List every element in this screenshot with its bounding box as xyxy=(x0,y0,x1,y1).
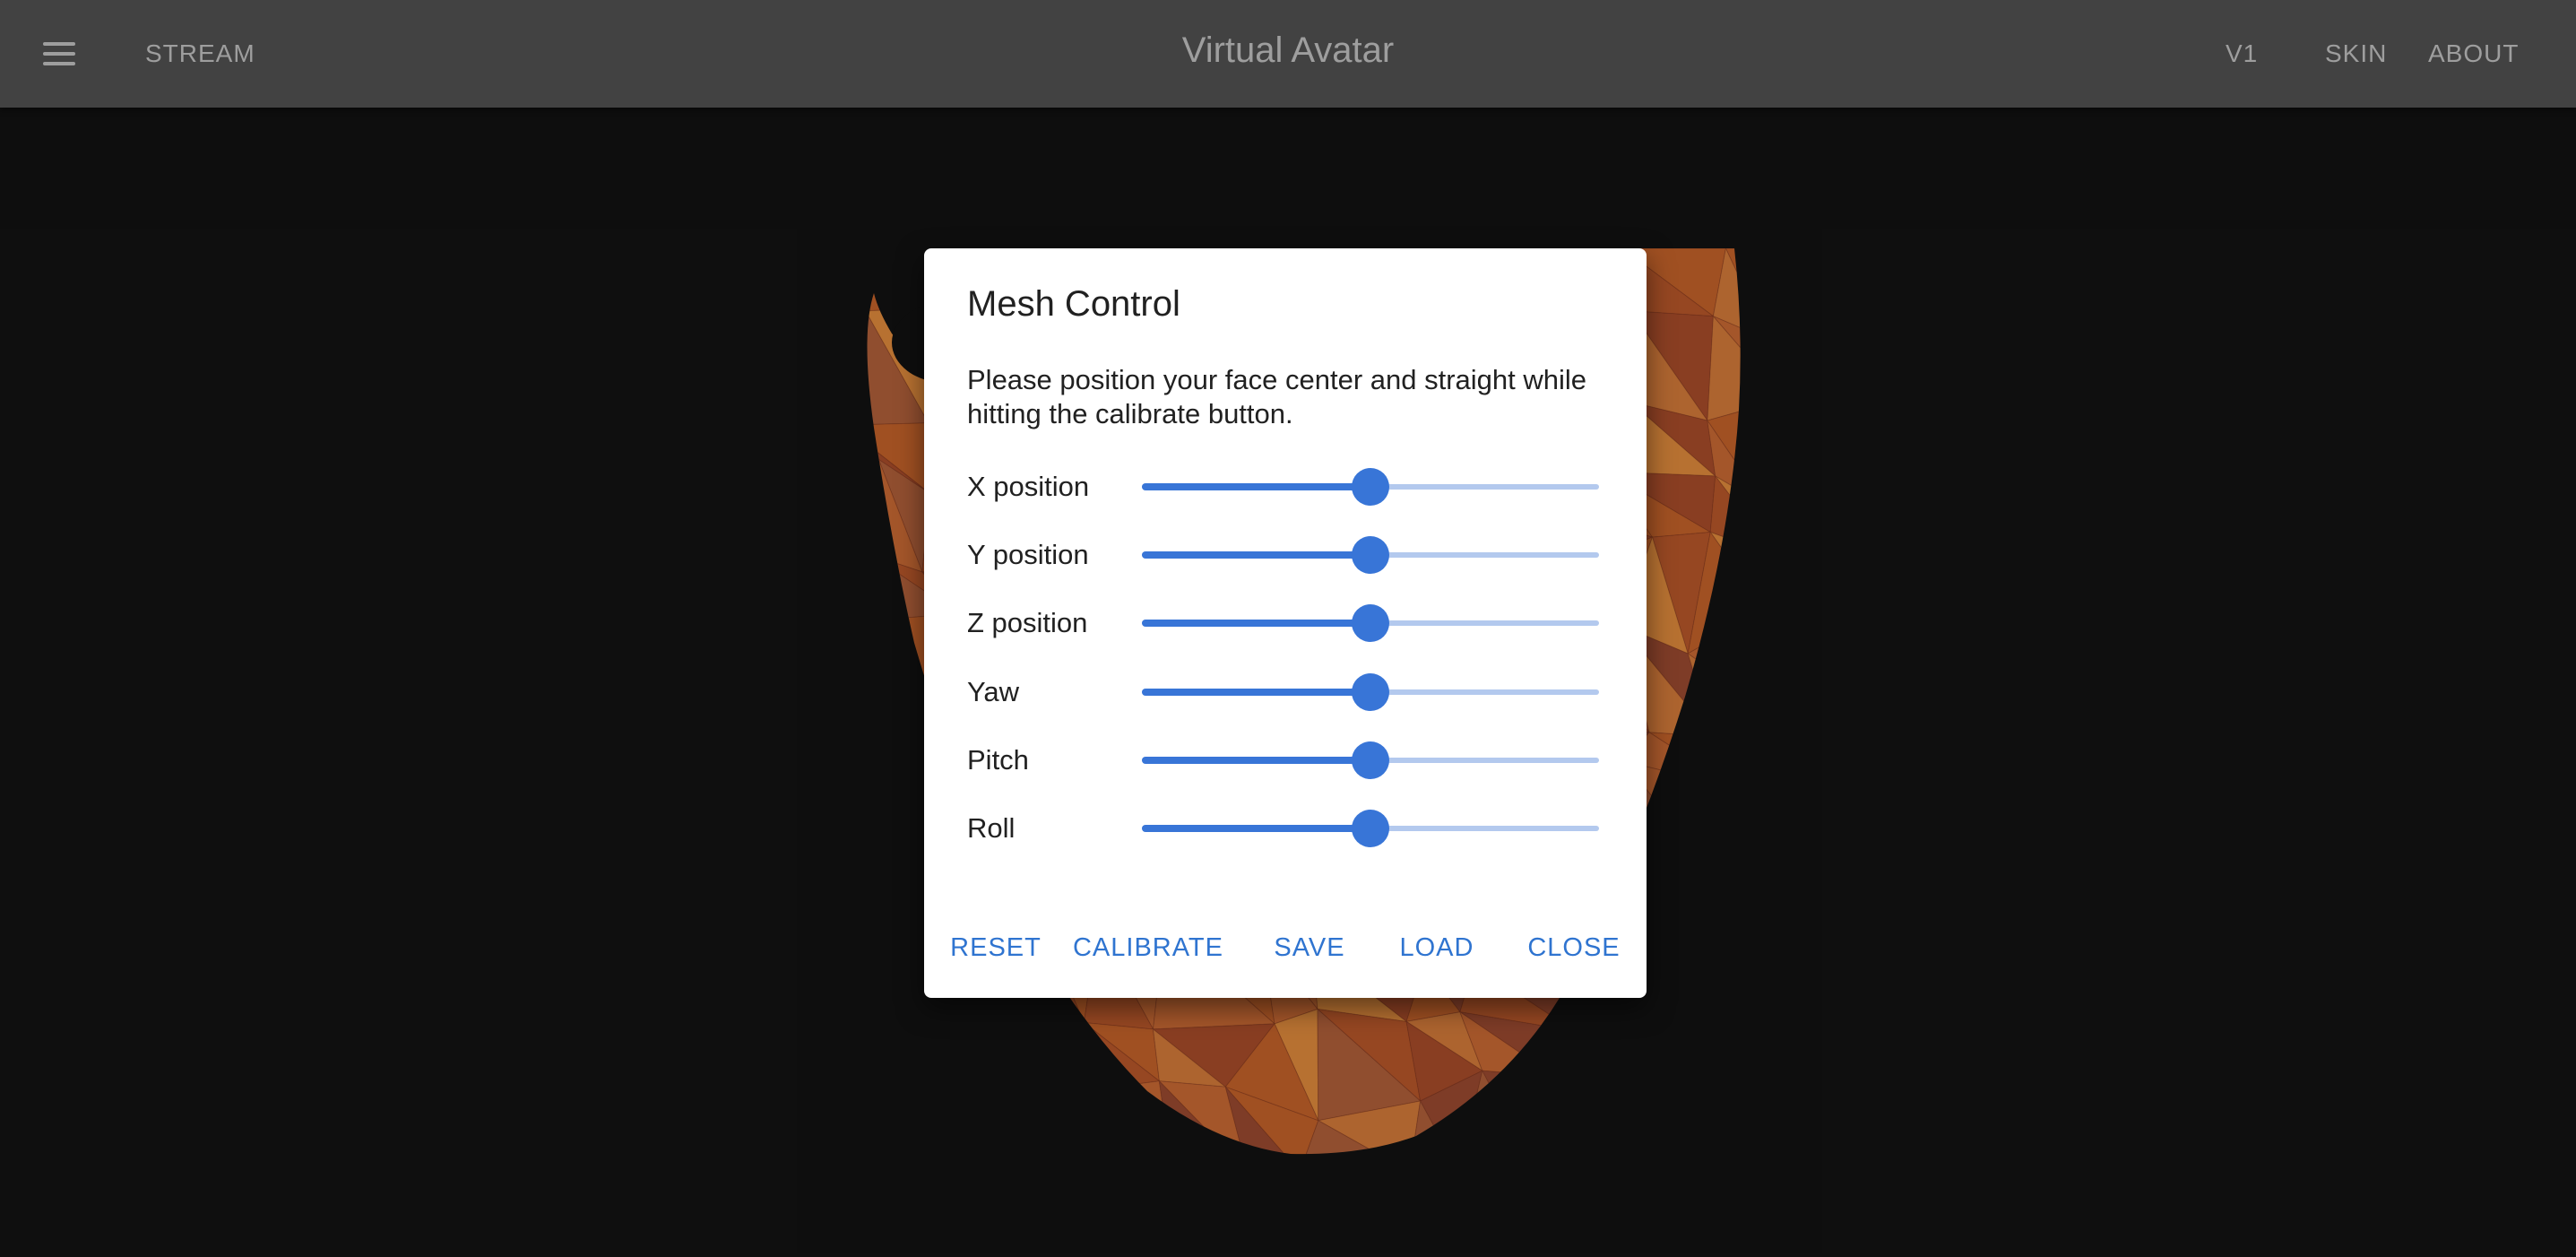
menu-bar-line xyxy=(43,62,75,65)
slider-fill xyxy=(1142,757,1370,764)
slider-label: Yaw xyxy=(967,676,1020,707)
slider-fill xyxy=(1142,620,1370,627)
reset-button[interactable]: RESET xyxy=(942,912,1050,984)
about-button[interactable]: ABOUT xyxy=(2428,0,2519,108)
v1-button[interactable]: V1 xyxy=(2226,0,2258,108)
slider-thumb[interactable] xyxy=(1352,536,1389,574)
slider-label: Roll xyxy=(967,812,1016,844)
slider-fill xyxy=(1142,551,1370,559)
slider-row: Z position xyxy=(967,596,1621,650)
slider-thumb[interactable] xyxy=(1352,604,1389,642)
slider-track[interactable] xyxy=(1142,460,1599,514)
slider-thumb[interactable] xyxy=(1352,673,1389,711)
app-bar: STREAM Virtual Avatar V1 SKIN ABOUT xyxy=(0,0,2576,108)
slider-row: Roll xyxy=(967,802,1621,855)
slider-track[interactable] xyxy=(1142,596,1599,650)
slider-track[interactable] xyxy=(1142,665,1599,719)
dialog-description: Please position your face center and str… xyxy=(967,364,1587,429)
slider-thumb[interactable] xyxy=(1352,741,1389,779)
slider-row: Pitch xyxy=(967,733,1621,787)
slider-fill xyxy=(1142,825,1370,832)
menu-bar-line xyxy=(43,52,75,56)
slider-row: Y position xyxy=(967,528,1621,582)
slider-label: Y position xyxy=(967,539,1089,570)
load-button[interactable]: LOAD xyxy=(1387,912,1486,984)
menu-bar-line xyxy=(43,42,75,46)
dialog-actions: RESET CALIBRATE SAVE LOAD CLOSE xyxy=(924,912,1647,984)
skin-button[interactable]: SKIN xyxy=(2325,0,2387,108)
slider-track[interactable] xyxy=(1142,802,1599,855)
slider-row: Yaw xyxy=(967,665,1621,719)
slider-track[interactable] xyxy=(1142,528,1599,582)
save-button[interactable]: SAVE xyxy=(1260,912,1359,984)
slider-track[interactable] xyxy=(1142,733,1599,787)
app-title: Virtual Avatar xyxy=(1181,30,1395,70)
close-button[interactable]: CLOSE xyxy=(1516,912,1632,984)
slider-label: X position xyxy=(967,471,1090,502)
slider-fill xyxy=(1142,483,1370,490)
hamburger-menu-icon[interactable] xyxy=(32,27,86,81)
slider-thumb[interactable] xyxy=(1352,810,1389,847)
slider-fill xyxy=(1142,689,1370,696)
stream-button[interactable]: STREAM xyxy=(145,0,255,108)
calibrate-button[interactable]: CALIBRATE xyxy=(1068,912,1229,984)
slider-thumb[interactable] xyxy=(1352,468,1389,506)
mesh-control-dialog: Mesh Control Please position your face c… xyxy=(924,248,1647,998)
slider-label: Z position xyxy=(967,607,1088,638)
slider-label: Pitch xyxy=(967,744,1029,776)
slider-row: X position xyxy=(967,460,1621,514)
dialog-title: Mesh Control xyxy=(967,284,1180,324)
